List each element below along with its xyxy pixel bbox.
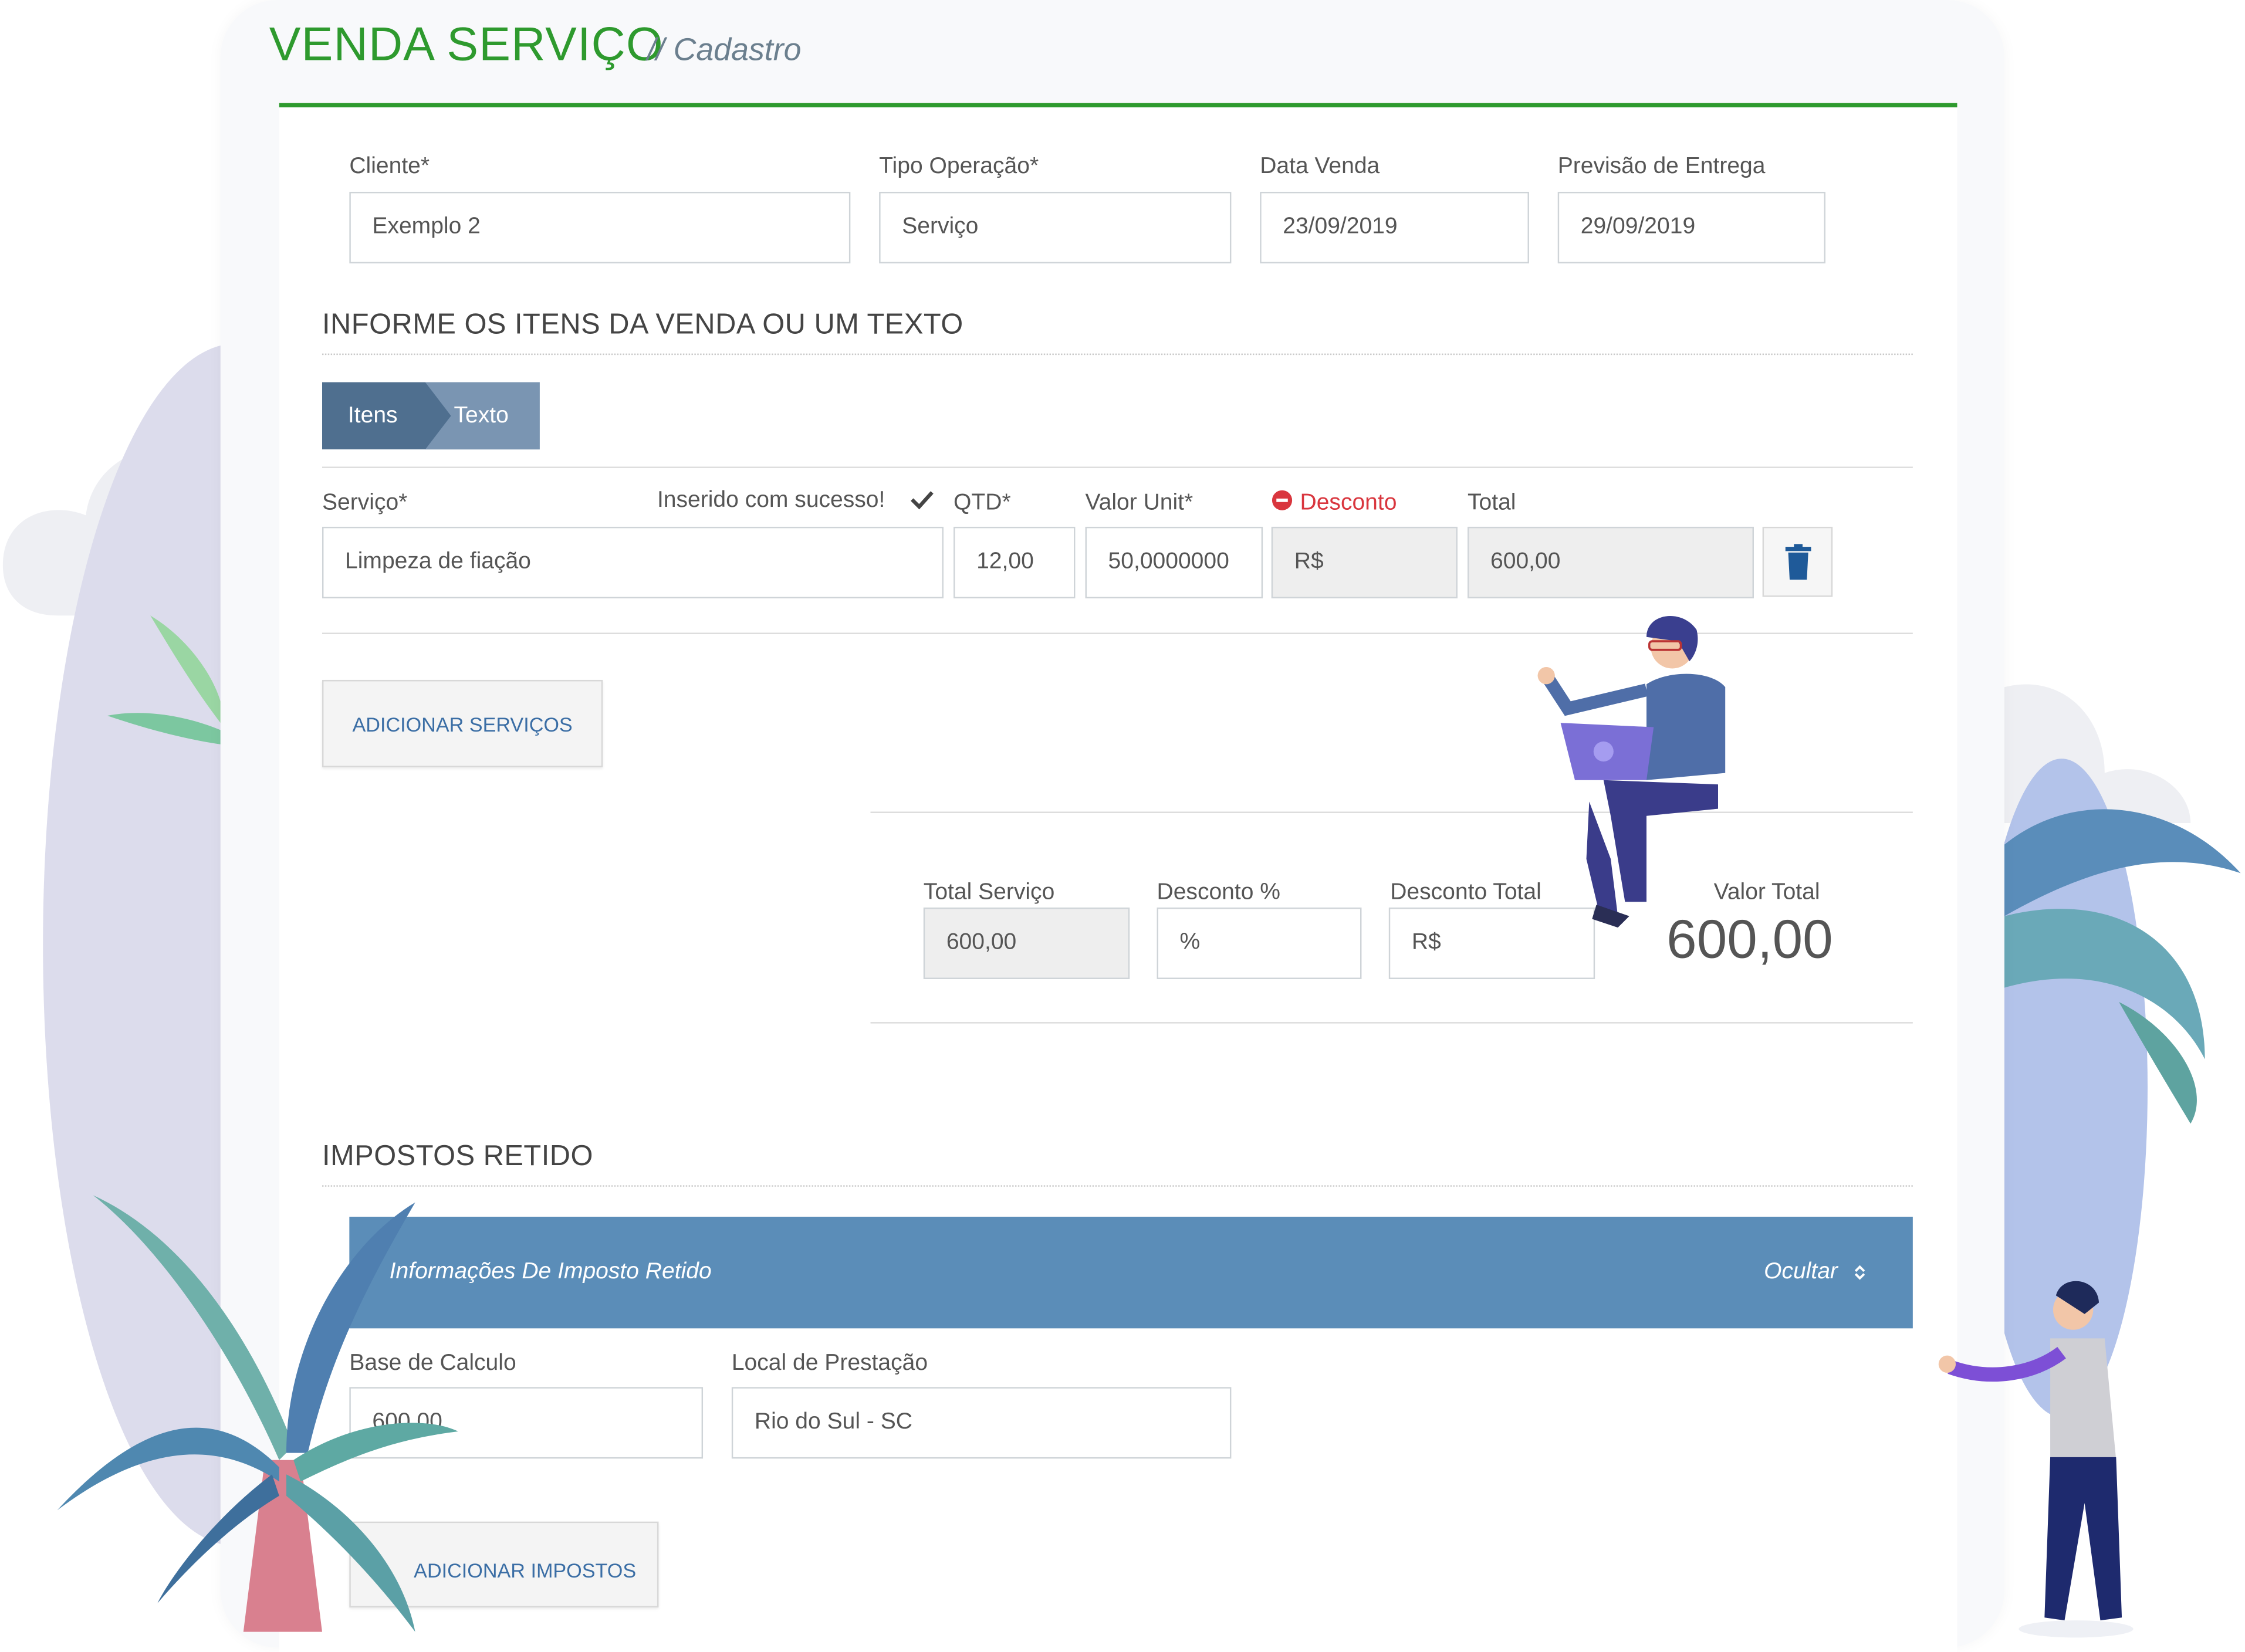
valor-unit-label: Valor Unit* (1085, 490, 1193, 516)
desconto-toggle[interactable]: Desconto (1300, 491, 1397, 517)
previsao-entrega-label: Previsão de Entrega (1557, 154, 1766, 179)
desconto-pct-label: Desconto % (1157, 880, 1281, 905)
success-message: Inserido com sucesso! (657, 488, 885, 513)
desconto-total-input[interactable]: R$ (1388, 907, 1595, 979)
qtd-label: QTD* (954, 490, 1011, 516)
base-calculo-label: Base de Calculo (349, 1351, 516, 1376)
valor-unit-input[interactable]: 50,0000000 (1085, 526, 1263, 598)
desconto-pct-input[interactable]: % (1157, 907, 1362, 979)
valor-total-label: Valor Total (1713, 880, 1820, 905)
delete-item-button[interactable] (1762, 526, 1833, 597)
total-input: 600,00 (1468, 526, 1754, 598)
cliente-label: Cliente* (349, 154, 430, 179)
desconto-total-label: Desconto Total (1390, 880, 1541, 905)
check-icon (911, 491, 934, 510)
add-taxes-button[interactable]: ADICIONAR IMPOSTOS (349, 1521, 659, 1608)
valor-total-value: 600,00 (1666, 910, 1833, 971)
divider (322, 632, 1913, 634)
total-servico-input: 600,00 (923, 907, 1130, 979)
page-title: VENDA SERVIÇO (269, 17, 664, 70)
impostos-section-title: IMPOSTOS RETIDO (322, 1140, 593, 1173)
impostos-accordion-header[interactable]: Informações De Imposto Retido Ocultar (349, 1217, 1913, 1329)
trash-icon (1785, 544, 1811, 580)
base-calculo-input[interactable]: 600,00 (349, 1387, 704, 1459)
previsao-entrega-input[interactable]: 29/09/2019 (1557, 191, 1825, 263)
local-prestacao-label: Local de Prestação (731, 1351, 928, 1376)
section-divider (322, 353, 1913, 356)
total-servico-label: Total Serviço (923, 880, 1055, 905)
total-label: Total (1468, 490, 1516, 516)
accordion-title: Informações De Imposto Retido (389, 1260, 712, 1284)
divider (870, 1022, 1913, 1024)
tipo-operacao-label: Tipo Operação* (879, 154, 1039, 179)
tipo-operacao-select[interactable]: Serviço (879, 191, 1232, 263)
add-services-button[interactable]: ADICIONAR SERVIÇOS (322, 680, 603, 767)
section-divider (322, 1185, 1913, 1187)
minus-circle-icon[interactable] (1272, 489, 1293, 511)
data-venda-label: Data Venda (1260, 154, 1380, 179)
qtd-input[interactable]: 12,00 (954, 526, 1076, 598)
desconto-input: R$ (1271, 526, 1458, 598)
accordion-toggle[interactable]: Ocultar (1764, 1260, 1838, 1285)
chevron-up-icon[interactable] (1852, 1262, 1867, 1282)
divider (322, 466, 1913, 468)
servico-label: Serviço* (322, 490, 408, 516)
divider (870, 811, 1913, 813)
servico-input[interactable]: Limpeza de fiação (322, 526, 944, 598)
itens-section-title: INFORME OS ITENS DA VENDA OU UM TEXTO (322, 309, 963, 341)
tab-itens[interactable]: Itens (322, 382, 451, 450)
local-prestacao-input[interactable]: Rio do Sul - SC (731, 1387, 1232, 1459)
data-venda-input[interactable]: 23/09/2019 (1260, 191, 1529, 263)
cliente-input[interactable]: Exemplo 2 (349, 191, 851, 263)
page-subtitle: // Cadastro (647, 31, 802, 67)
